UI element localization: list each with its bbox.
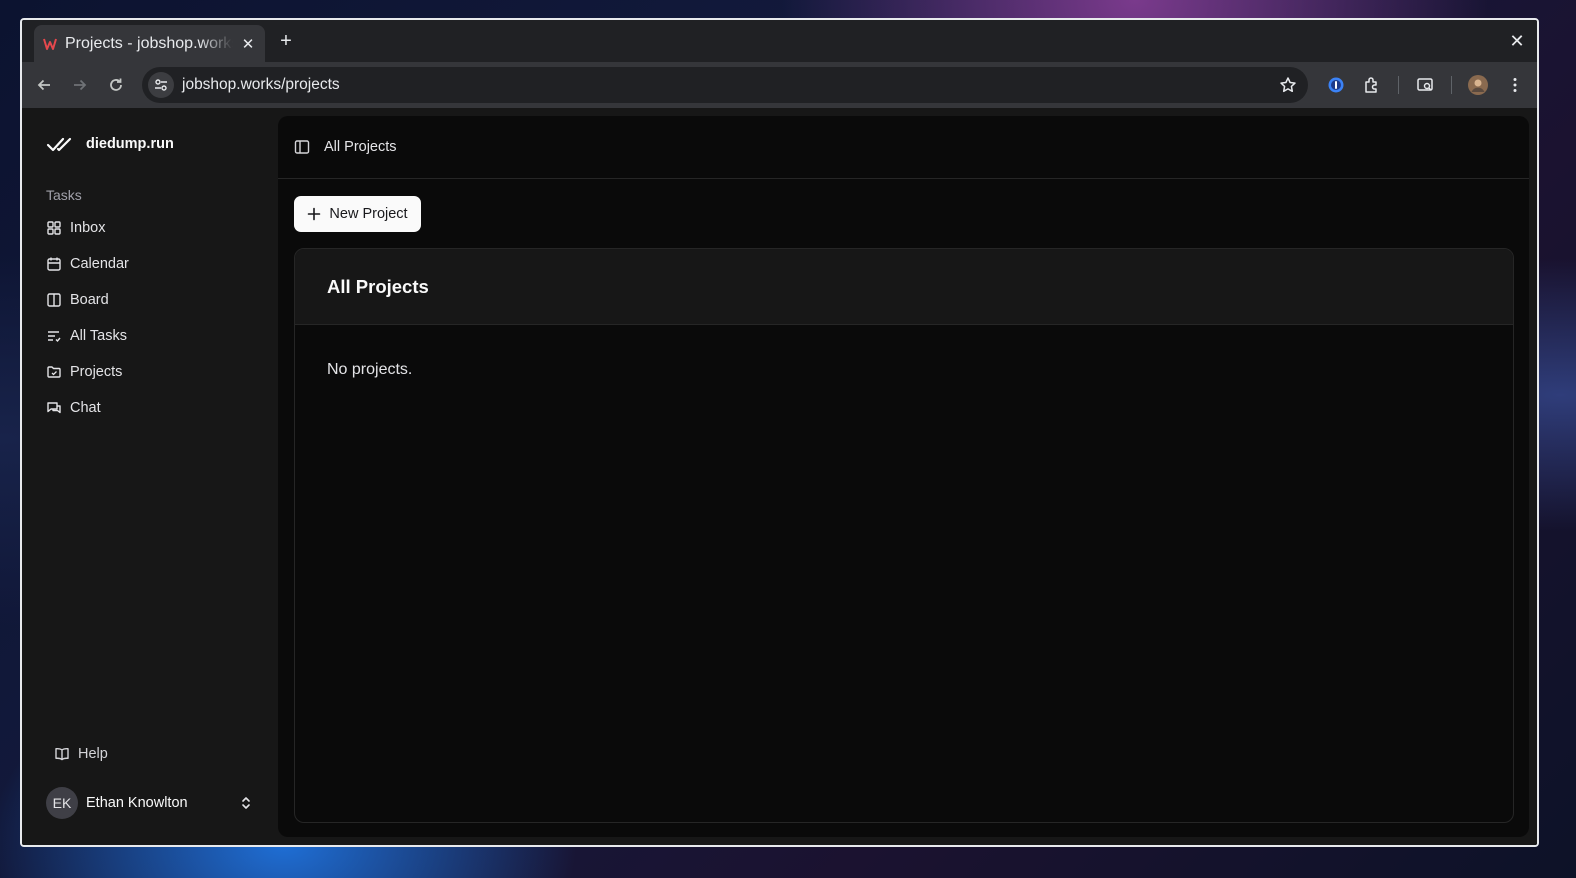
double-check-icon — [46, 137, 72, 152]
sidebar-item-label: Inbox — [70, 220, 106, 236]
sidebar-nav: Inbox Calendar Board All Tasks Projects — [38, 210, 260, 426]
sidebar-toggle-icon[interactable] — [294, 139, 310, 155]
reload-icon[interactable] — [104, 73, 128, 97]
grid-icon — [47, 221, 61, 235]
tab-strip: Projects - jobshop.works ✕ + ✕ — [22, 20, 1537, 62]
extensions-icon[interactable] — [1360, 73, 1384, 97]
chat-icon — [47, 402, 61, 414]
empty-state-text: No projects. — [327, 361, 413, 378]
browser-toolbar: jobshop.works/projects — [22, 62, 1537, 108]
user-menu[interactable]: EK Ethan Knowlton — [38, 778, 260, 828]
new-tab-icon[interactable]: + — [274, 29, 298, 53]
site-info-icon[interactable] — [148, 72, 174, 98]
sidebar-item-chat[interactable]: Chat — [38, 390, 260, 426]
folder-icon — [47, 366, 61, 378]
chevrons-up-down-icon — [236, 793, 256, 813]
sidebar-item-board[interactable]: Board — [38, 282, 260, 318]
toolbar-divider — [1398, 76, 1399, 94]
sidebar-item-label: Chat — [70, 400, 101, 416]
url-text: jobshop.works/projects — [182, 76, 340, 93]
forward-icon[interactable] — [68, 73, 92, 97]
page-header: All Projects — [278, 116, 1529, 179]
main-panel: All Projects New Project All Projects No… — [278, 116, 1529, 837]
avatar: EK — [46, 787, 78, 819]
sidebar: diedump.run Tasks Inbox Calendar Board A… — [22, 108, 276, 845]
sidebar-item-label: Board — [70, 292, 109, 308]
card-header: All Projects — [295, 249, 1513, 325]
browser-menu-icon[interactable] — [1503, 73, 1527, 97]
sidebar-item-label: Projects — [70, 364, 123, 380]
tab-title: Projects - jobshop.works — [65, 34, 233, 52]
tab-search-icon[interactable] — [1413, 73, 1437, 97]
section-label-tasks: Tasks — [46, 187, 82, 203]
list-check-icon — [48, 331, 61, 343]
brand[interactable]: diedump.run — [46, 134, 174, 154]
sidebar-item-inbox[interactable]: Inbox — [38, 210, 260, 246]
bookmark-star-icon[interactable] — [1276, 73, 1300, 97]
profile-avatar-icon[interactable] — [1466, 73, 1490, 97]
new-project-label: New Project — [329, 206, 408, 222]
columns-icon — [47, 293, 61, 307]
sidebar-item-calendar[interactable]: Calendar — [38, 246, 260, 282]
sidebar-item-all-tasks[interactable]: All Tasks — [38, 318, 260, 354]
window-close-icon[interactable]: ✕ — [1505, 29, 1529, 53]
page-title: All Projects — [327, 275, 429, 297]
sidebar-item-label: All Tasks — [70, 328, 127, 344]
brand-name: diedump.run — [86, 136, 174, 152]
user-name: Ethan Knowlton — [86, 795, 188, 811]
sidebar-item-projects[interactable]: Projects — [38, 354, 260, 390]
browser-window: Projects - jobshop.works ✕ + ✕ jobshop.w… — [20, 18, 1539, 847]
toolbar-divider — [1451, 76, 1452, 94]
favicon-icon — [43, 38, 57, 50]
new-project-button[interactable]: New Project — [294, 196, 421, 232]
back-icon[interactable] — [32, 73, 56, 97]
projects-card: All Projects No projects. — [294, 248, 1514, 823]
tab-close-icon[interactable]: ✕ — [239, 35, 257, 53]
sidebar-item-label: Calendar — [70, 256, 129, 272]
plus-icon — [308, 207, 321, 221]
browser-tab[interactable]: Projects - jobshop.works ✕ — [34, 25, 265, 62]
book-icon — [55, 747, 69, 761]
help-label: Help — [78, 746, 108, 762]
address-bar[interactable]: jobshop.works/projects — [142, 67, 1308, 103]
app-root: diedump.run Tasks Inbox Calendar Board A… — [22, 108, 1537, 845]
breadcrumb: All Projects — [324, 139, 397, 155]
password-manager-icon[interactable] — [1324, 73, 1348, 97]
help-link[interactable]: Help — [46, 738, 246, 770]
calendar-icon — [47, 257, 61, 271]
